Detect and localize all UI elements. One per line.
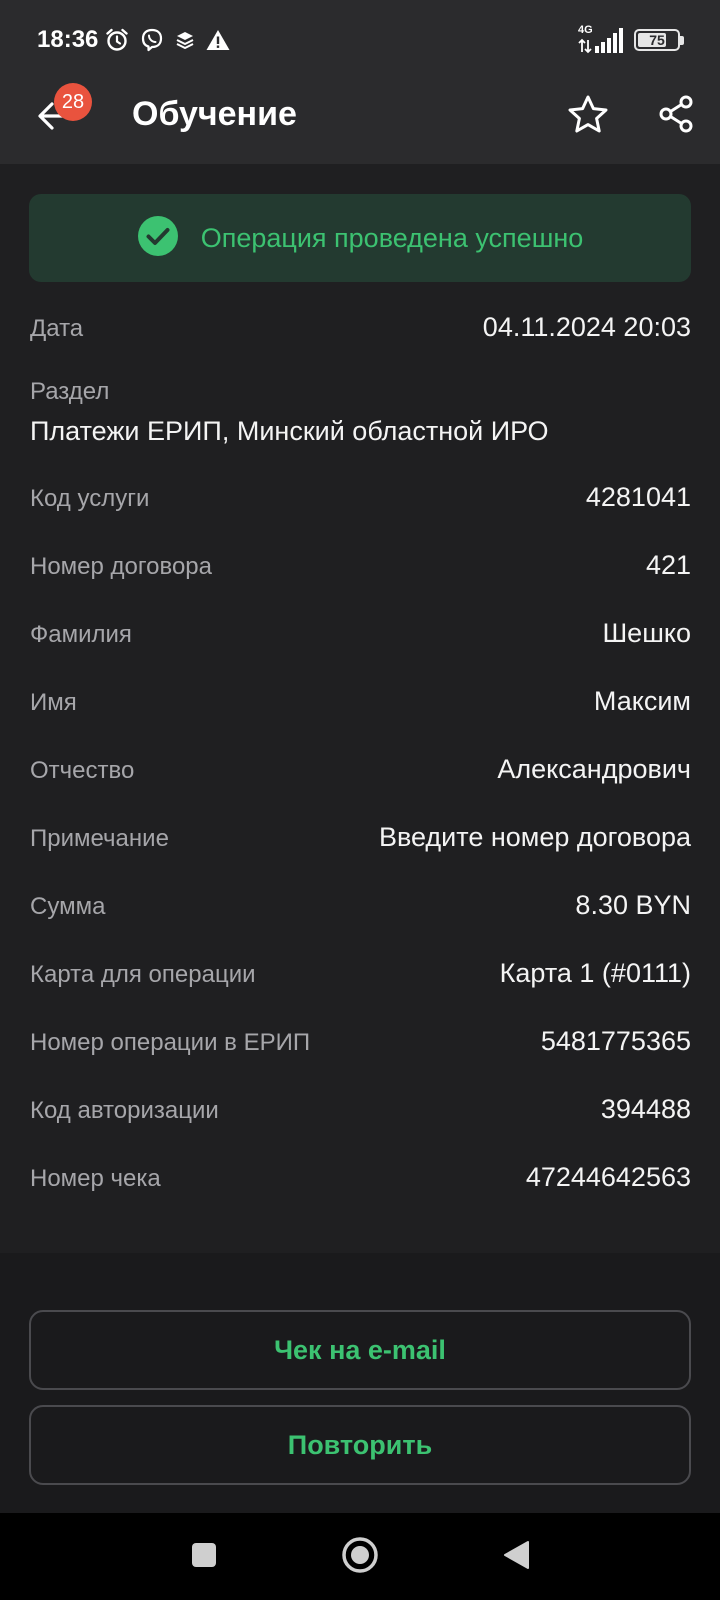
detail-value: Платежи ЕРИП, Минский областной ИРО: [30, 416, 549, 446]
star-icon: [567, 94, 609, 139]
home-circle-icon: [341, 1536, 379, 1579]
detail-row: Сумма 8.30 BYN: [30, 890, 691, 921]
detail-label: Отчество: [30, 757, 135, 784]
back-triangle-icon: [501, 1539, 531, 1576]
detail-row: Карта для операции Карта 1 (#0111): [30, 958, 691, 989]
detail-value: 394488: [600, 1094, 691, 1124]
detail-row: Фамилия Шешко: [30, 618, 691, 649]
detail-label: Дата: [30, 315, 84, 342]
alarm-icon: [104, 27, 130, 53]
detail-value: Карта 1 (#0111): [499, 958, 691, 988]
favorite-button[interactable]: [562, 90, 614, 142]
recents-button[interactable]: [182, 1535, 226, 1579]
detail-value: 4281041: [585, 482, 691, 512]
detail-row: Имя Максим: [30, 686, 691, 717]
detail-label: Фамилия: [30, 621, 132, 648]
layers-icon: [174, 29, 196, 51]
detail-value: Максим: [593, 686, 691, 716]
battery-level: 75: [649, 32, 665, 48]
detail-value: Александрович: [497, 754, 691, 784]
detail-row: Примечание Введите номер договора: [30, 822, 691, 853]
success-message: Операция проведена успешно: [200, 222, 584, 253]
detail-value: Шешко: [602, 618, 691, 648]
detail-label: Карта для операции: [30, 961, 256, 988]
page-title: Обучение: [132, 95, 297, 133]
notification-badge: 28: [54, 83, 92, 121]
home-button[interactable]: [338, 1535, 382, 1579]
detail-label: Имя: [30, 689, 77, 716]
detail-row-date: Дата 04.11.2024 20:03: [30, 312, 691, 343]
detail-label: Раздел: [30, 378, 110, 405]
viber-icon: [139, 27, 165, 53]
repeat-button[interactable]: Повторить: [29, 1405, 691, 1485]
detail-value: 04.11.2024 20:03: [482, 312, 691, 342]
detail-row: Отчество Александрович: [30, 754, 691, 785]
success-banner: Операция проведена успешно: [29, 194, 691, 282]
status-bar: 18:36 4G 75: [0, 0, 720, 80]
detail-row: Код услуги 4281041: [30, 482, 691, 513]
signal-icon: 4G: [578, 24, 624, 54]
system-back-button[interactable]: [494, 1535, 538, 1579]
detail-label: Сумма: [30, 893, 106, 920]
status-system-icons: 4G 75: [578, 24, 684, 56]
status-notification-icons: [104, 26, 231, 54]
detail-value: 8.30 BYN: [575, 890, 691, 920]
warning-icon: [205, 28, 231, 52]
detail-row: Номер операции в ЕРИП 5481775365: [30, 1026, 691, 1057]
detail-value: Введите номер договора: [378, 822, 691, 852]
detail-label: Код услуги: [30, 485, 150, 512]
status-time: 18:36: [37, 26, 99, 53]
share-button[interactable]: [650, 90, 702, 142]
detail-row-section: Раздел Платежи ЕРИП, Минский областной И…: [30, 378, 691, 447]
app-bar: 28 Обучение: [0, 80, 720, 164]
detail-label: Номер операции в ЕРИП: [30, 1029, 311, 1056]
actions-panel: Чек на e-mail Повторить: [0, 1253, 720, 1513]
detail-label: Код авторизации: [30, 1097, 219, 1124]
share-icon: [658, 95, 694, 138]
detail-value: 47244642563: [525, 1162, 691, 1192]
recents-square-icon: [190, 1541, 218, 1574]
battery-indicator: 75: [634, 29, 684, 51]
detail-value: 5481775365: [540, 1026, 691, 1056]
check-circle-icon: [137, 215, 179, 262]
detail-row: Номер договора 421: [30, 550, 691, 581]
email-receipt-button[interactable]: Чек на e-mail: [29, 1310, 691, 1390]
system-nav-bar: [0, 1513, 720, 1600]
detail-label: Номер договора: [30, 553, 212, 580]
detail-row: Номер чека 47244642563: [30, 1162, 691, 1193]
detail-label: Примечание: [30, 825, 169, 852]
detail-row: Код авторизации 394488: [30, 1094, 691, 1125]
detail-label: Номер чека: [30, 1165, 161, 1192]
header-background: 18:36 4G 75 28 Обучение: [0, 0, 720, 164]
detail-value: 421: [645, 550, 691, 580]
